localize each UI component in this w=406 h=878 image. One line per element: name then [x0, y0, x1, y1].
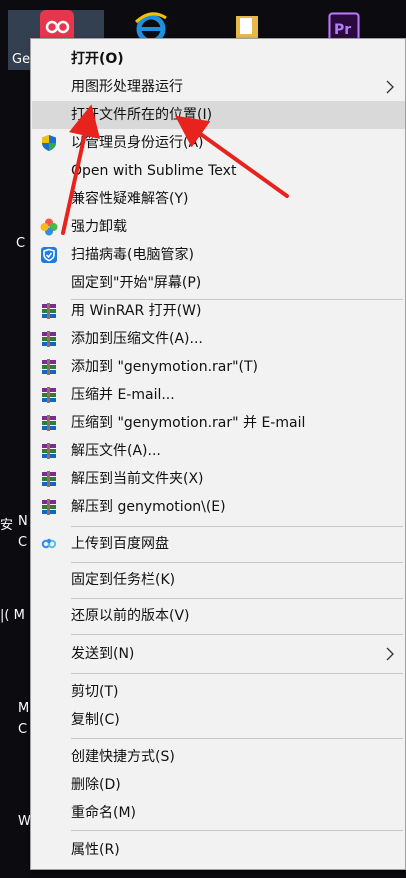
shield-icon	[42, 135, 56, 151]
desktop-label-fragment: C	[16, 236, 26, 251]
uninstall-flower-icon	[40, 218, 58, 236]
menu-item-label: 创建快捷方式(S)	[71, 749, 175, 765]
menu-separator	[71, 598, 403, 599]
menu-item-run-with-gpu[interactable]: 用图形处理器运行	[32, 73, 405, 101]
desktop-label-fragment: 安	[0, 518, 14, 533]
menu-item-label: 压缩并 E-mail...	[71, 387, 175, 403]
menu-item-label: 重命名(M)	[71, 805, 137, 821]
desktop-label-fragment: |( M	[0, 608, 25, 623]
menu-item-create-shortcut[interactable]: 创建快捷方式(S)	[32, 743, 405, 771]
winrar-icon	[42, 471, 56, 487]
menu-item-label: 解压到 genymotion\(E)	[71, 499, 226, 515]
menu-item-label: 剪切(T)	[71, 684, 119, 700]
menu-item-label: 打开文件所在的位置(I)	[71, 107, 213, 123]
winrar-icon	[42, 331, 56, 347]
menu-item-label: 解压文件(A)...	[71, 443, 161, 459]
menu-item-pin-to-taskbar[interactable]: 固定到任务栏(K)	[32, 566, 405, 594]
menu-item-open-file-location[interactable]: 打开文件所在的位置(I)	[32, 101, 405, 129]
menu-item-label: 压缩到 "genymotion.rar" 并 E-mail	[71, 415, 306, 431]
menu-item-open-with-winrar[interactable]: 用 WinRAR 打开(W)	[32, 297, 405, 325]
menu-item-label: 发送到(N)	[71, 646, 135, 662]
menu-item-compatibility-troubleshoot[interactable]: 兼容性疑难解答(Y)	[32, 185, 405, 213]
menu-separator	[71, 526, 403, 527]
menu-item-extract-files[interactable]: 解压文件(A)...	[32, 437, 405, 465]
menu-item-run-as-admin[interactable]: 以管理员身份运行(A)	[32, 129, 405, 157]
menu-item-label: 上传到百度网盘	[71, 536, 169, 552]
menu-item-force-uninstall[interactable]: 强力卸载	[32, 213, 405, 241]
menu-item-label: 添加到 "genymotion.rar"(T)	[71, 359, 259, 375]
menu-item-rename[interactable]: 重命名(M)	[32, 799, 405, 827]
menu-item-open[interactable]: 打开(O)	[32, 45, 405, 73]
menu-item-send-to[interactable]: 发送到(N)	[32, 640, 405, 668]
menu-item-label: 打开(O)	[71, 51, 124, 67]
context-menu: 打开(O) 用图形处理器运行 打开文件所在的位置(I) 以管理员身份运行(A) …	[30, 38, 406, 870]
menu-item-copy[interactable]: 复制(C)	[32, 706, 405, 734]
menu-item-label: 属性(R)	[71, 842, 120, 858]
desktop-label-fragment: C	[18, 722, 28, 737]
pc-manager-shield-icon	[41, 247, 57, 263]
menu-item-upload-baidu-netdisk[interactable]: 上传到百度网盘	[32, 530, 405, 558]
winrar-icon	[42, 415, 56, 431]
menu-separator	[71, 634, 403, 635]
menu-item-extract-to-folder[interactable]: 解压到 genymotion\(E)	[32, 493, 405, 521]
menu-item-label: 固定到任务栏(K)	[71, 572, 176, 588]
winrar-icon	[42, 443, 56, 459]
menu-item-compress-to-rar-and-email[interactable]: 压缩到 "genymotion.rar" 并 E-mail	[32, 409, 405, 437]
menu-item-label: 还原以前的版本(V)	[71, 608, 190, 624]
menu-item-label: 删除(D)	[71, 777, 121, 793]
menu-item-add-to-named-rar[interactable]: 添加到 "genymotion.rar"(T)	[32, 353, 405, 381]
menu-item-label: 兼容性疑难解答(Y)	[71, 191, 189, 207]
menu-item-label: 以管理员身份运行(A)	[71, 135, 204, 151]
menu-item-label: 添加到压缩文件(A)...	[71, 331, 203, 347]
winrar-icon	[42, 499, 56, 515]
menu-item-label: 复制(C)	[71, 712, 120, 728]
desktop-label-fragment: N	[18, 514, 28, 529]
menu-item-delete[interactable]: 删除(D)	[32, 771, 405, 799]
folder-icon[interactable]	[234, 12, 260, 40]
menu-item-add-to-archive[interactable]: 添加到压缩文件(A)...	[32, 325, 405, 353]
svg-text:Pr: Pr	[334, 22, 351, 38]
chevron-right-icon	[386, 80, 394, 94]
menu-item-label: 强力卸载	[71, 219, 127, 235]
winrar-icon	[42, 387, 56, 403]
winrar-icon	[42, 359, 56, 375]
menu-item-pin-to-start[interactable]: 固定到"开始"屏幕(P)	[32, 269, 405, 297]
menu-separator	[71, 830, 403, 831]
winrar-icon	[42, 303, 56, 319]
desktop-label-genymotion: Ge	[12, 52, 31, 67]
desktop-label-fragment: C	[18, 535, 28, 550]
menu-item-properties[interactable]: 属性(R)	[32, 836, 405, 864]
menu-item-compress-and-email[interactable]: 压缩并 E-mail...	[32, 381, 405, 409]
menu-separator	[71, 738, 403, 739]
menu-separator	[71, 562, 403, 563]
chevron-right-icon	[386, 647, 394, 661]
menu-item-label: 固定到"开始"屏幕(P)	[71, 275, 202, 291]
desktop-label-fragment: W	[18, 814, 31, 829]
menu-separator	[71, 673, 403, 674]
menu-item-label: 解压到当前文件夹(X)	[71, 471, 204, 487]
baidu-cloud-icon	[41, 538, 57, 549]
menu-item-label: 扫描病毒(电脑管家)	[71, 247, 194, 263]
menu-item-label: Open with Sublime Text	[71, 163, 237, 179]
menu-item-scan-virus[interactable]: 扫描病毒(电脑管家)	[32, 241, 405, 269]
desktop-label-fragment: M	[18, 701, 30, 716]
menu-item-restore-previous-versions[interactable]: 还原以前的版本(V)	[32, 602, 405, 630]
menu-item-cut[interactable]: 剪切(T)	[32, 678, 405, 706]
menu-item-open-with-sublime[interactable]: Open with Sublime Text	[32, 157, 405, 185]
menu-item-label: 用图形处理器运行	[71, 79, 183, 95]
menu-item-label: 用 WinRAR 打开(W)	[71, 303, 202, 319]
menu-item-extract-here[interactable]: 解压到当前文件夹(X)	[32, 465, 405, 493]
